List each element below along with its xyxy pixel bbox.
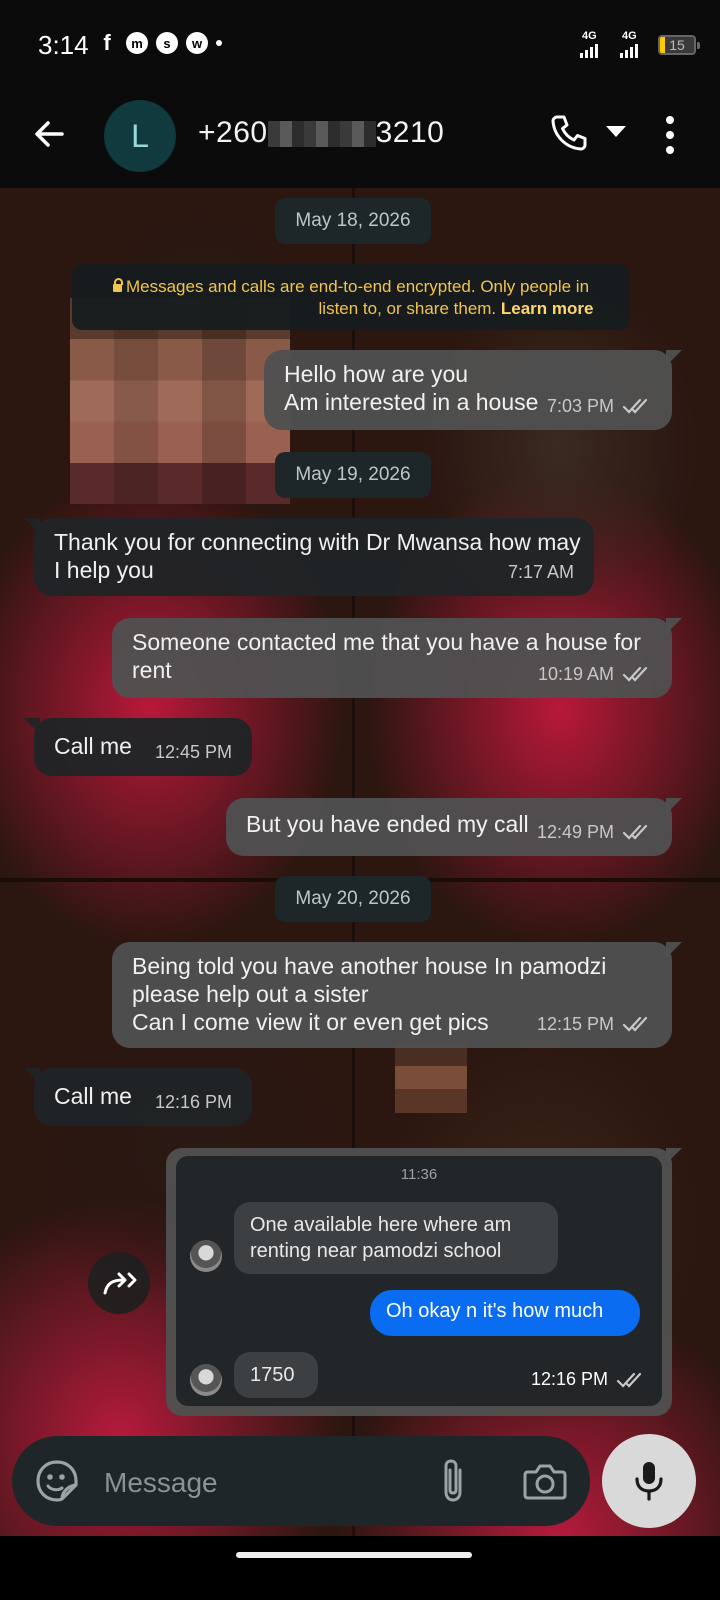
- message-composer: [12, 1436, 590, 1526]
- status-right: 4G 4G 15: [578, 30, 700, 58]
- status-bar: 3:14 f m s w 4G 4G 15: [0, 0, 720, 92]
- contact-name[interactable]: +260 3210: [198, 116, 444, 150]
- battery-level: 15: [669, 37, 685, 53]
- message-bubble-outgoing[interactable]: Someone contacted me that you have a hou…: [112, 618, 682, 698]
- status-app-icons: f m s w: [96, 30, 222, 55]
- date-chip: May 18, 2026: [275, 198, 431, 244]
- chat-header: L +260 3210: [0, 92, 720, 188]
- double-check-icon: [622, 666, 648, 682]
- double-check-icon: [616, 1372, 642, 1388]
- more-vert-icon[interactable]: [666, 116, 674, 154]
- message-time: 12:16 PM: [530, 1369, 608, 1389]
- screenshot-image[interactable]: 11:36 One available here where am rentin…: [176, 1156, 662, 1406]
- sticker-icon[interactable]: [34, 1458, 80, 1504]
- whatsapp-icon: w: [186, 32, 208, 54]
- snapchat-icon: s: [156, 32, 178, 54]
- contact-number-suffix: 3210: [375, 116, 445, 149]
- call-dropdown-icon[interactable]: [606, 126, 626, 137]
- image-message[interactable]: 11:36 One available here where am rentin…: [166, 1148, 682, 1416]
- screenshot-message-incoming: One available here where am renting near…: [234, 1202, 558, 1274]
- system-nav-bar: [0, 1536, 720, 1600]
- notification-dot-icon: [216, 40, 222, 46]
- avatar: [190, 1364, 222, 1396]
- forward-icon: [103, 1272, 137, 1295]
- lock-icon: [112, 277, 123, 292]
- encryption-notice[interactable]: Messages and calls are end-to-end encryp…: [72, 264, 630, 330]
- contact-number-prefix: +260: [198, 116, 268, 149]
- message-time: 7:03 PM: [546, 396, 614, 416]
- pixelated-face: [395, 1043, 467, 1113]
- mic-button[interactable]: [602, 1434, 696, 1528]
- date-chip: May 20, 2026: [275, 876, 431, 922]
- camera-icon[interactable]: [522, 1460, 568, 1502]
- status-time: 3:14: [38, 30, 89, 60]
- message-bubble-outgoing[interactable]: Being told you have another house In pam…: [112, 942, 682, 1048]
- home-indicator[interactable]: [236, 1552, 472, 1558]
- back-arrow-icon[interactable]: [28, 112, 72, 156]
- contact-avatar[interactable]: L: [104, 100, 176, 172]
- screenshot-message-incoming: 1750: [234, 1352, 318, 1398]
- screenshot-time: 11:36: [400, 1166, 438, 1183]
- message-input[interactable]: [102, 1462, 406, 1504]
- message-time: 12:49 PM: [536, 822, 614, 842]
- double-check-icon: [622, 824, 648, 840]
- message-bubble-outgoing[interactable]: But you have ended my call 12:49 PM: [226, 798, 682, 856]
- double-check-icon: [622, 1016, 648, 1032]
- message-time: 12:45 PM: [154, 742, 232, 762]
- screenshot-message-outgoing: Oh okay n it's how much: [370, 1290, 640, 1336]
- signal-2-icon: 4G: [618, 30, 648, 58]
- date-chip: May 19, 2026: [275, 452, 431, 498]
- avatar: [190, 1240, 222, 1272]
- message-bubble-incoming[interactable]: Call me 12:16 PM: [24, 1068, 252, 1126]
- messenger-icon: m: [126, 32, 148, 54]
- double-check-icon: [622, 398, 648, 414]
- learn-more-link[interactable]: Learn more: [501, 299, 594, 318]
- message-time: 10:19 AM: [537, 664, 614, 684]
- forward-button[interactable]: [88, 1252, 150, 1314]
- facebook-icon: f: [103, 30, 111, 55]
- message-time: 12:15 PM: [536, 1014, 614, 1034]
- message-bubble-outgoing[interactable]: Hello how are you Am interested in a hou…: [264, 350, 682, 430]
- redacted-digits: [267, 121, 376, 148]
- phone-icon[interactable]: [548, 112, 590, 154]
- mic-icon: [635, 1462, 663, 1501]
- attach-icon[interactable]: [436, 1456, 470, 1506]
- signal-1-icon: 4G: [578, 30, 608, 58]
- battery-icon: 15: [658, 35, 700, 55]
- message-bubble-incoming[interactable]: Thank you for connecting with Dr Mwansa …: [24, 518, 594, 596]
- message-time: 7:17 AM: [507, 562, 574, 582]
- message-bubble-incoming[interactable]: Call me 12:45 PM: [24, 718, 252, 776]
- message-time: 12:16 PM: [154, 1092, 232, 1112]
